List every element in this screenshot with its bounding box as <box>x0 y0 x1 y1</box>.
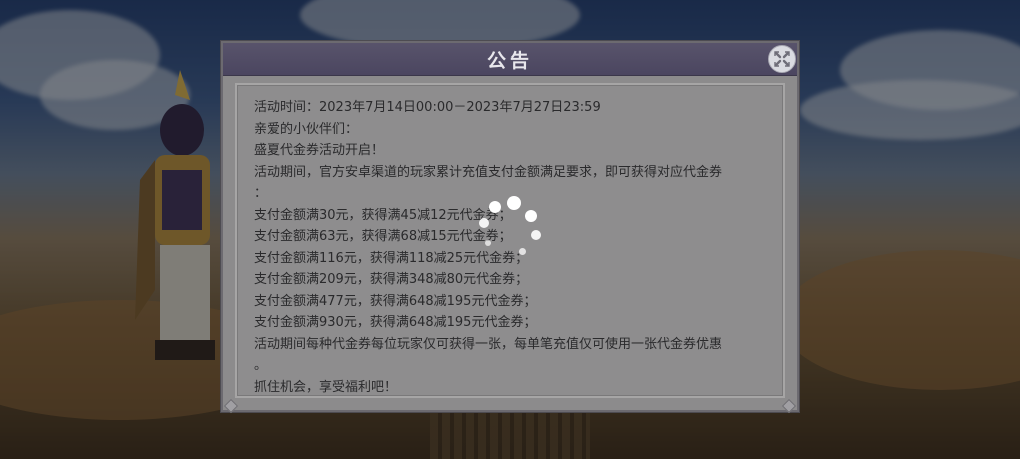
loading-spinner-icon <box>475 192 545 262</box>
dialog-header: 公告 <box>223 43 797 76</box>
game-screen: 公告 活动时间：2023年7月14日00:00－2023年7月27日23:59 … <box>0 0 1020 459</box>
spinner-dot <box>507 196 521 210</box>
announcement-line: 盛夏代金券活动开启！ <box>254 143 385 158</box>
spinner-dot <box>479 218 489 228</box>
corner-decoration <box>223 398 239 414</box>
corner-decoration <box>781 398 797 414</box>
close-button[interactable] <box>768 45 796 73</box>
announcement-line: 支付金额满930元，获得满648减195元代金券； <box>254 315 537 330</box>
dialog-title: 公告 <box>486 49 533 72</box>
close-x-icon <box>774 51 790 67</box>
announcement-line: 支付金额满477元，获得满648减195元代金券； <box>254 293 537 309</box>
spinner-dot <box>489 201 501 213</box>
announcement-line: 支付金额满209元，获得满348减80元代金券； <box>254 272 529 287</box>
spinner-dot <box>525 210 537 222</box>
announcement-line: 。 <box>254 358 268 373</box>
announcement-line: 活动期间，官方安卓渠道的玩家累计充值支付金额满足要求，即可获得对应代金券 <box>254 164 723 180</box>
announcement-line: 活动时间：2023年7月14日00:00－2023年7月27日23:59 <box>254 100 601 115</box>
spinner-dot <box>485 240 491 246</box>
spinner-dot <box>531 230 541 240</box>
spinner-dot <box>519 248 526 255</box>
announcement-line: 活动期间每种代金券每位玩家仅可获得一张，每单笔充值仅可使用一张代金券优惠 <box>254 336 723 352</box>
announcement-line: 抓住机会，享受福利吧！ <box>254 379 398 395</box>
announcement-line: 亲爱的小伙伴们： <box>254 121 359 137</box>
